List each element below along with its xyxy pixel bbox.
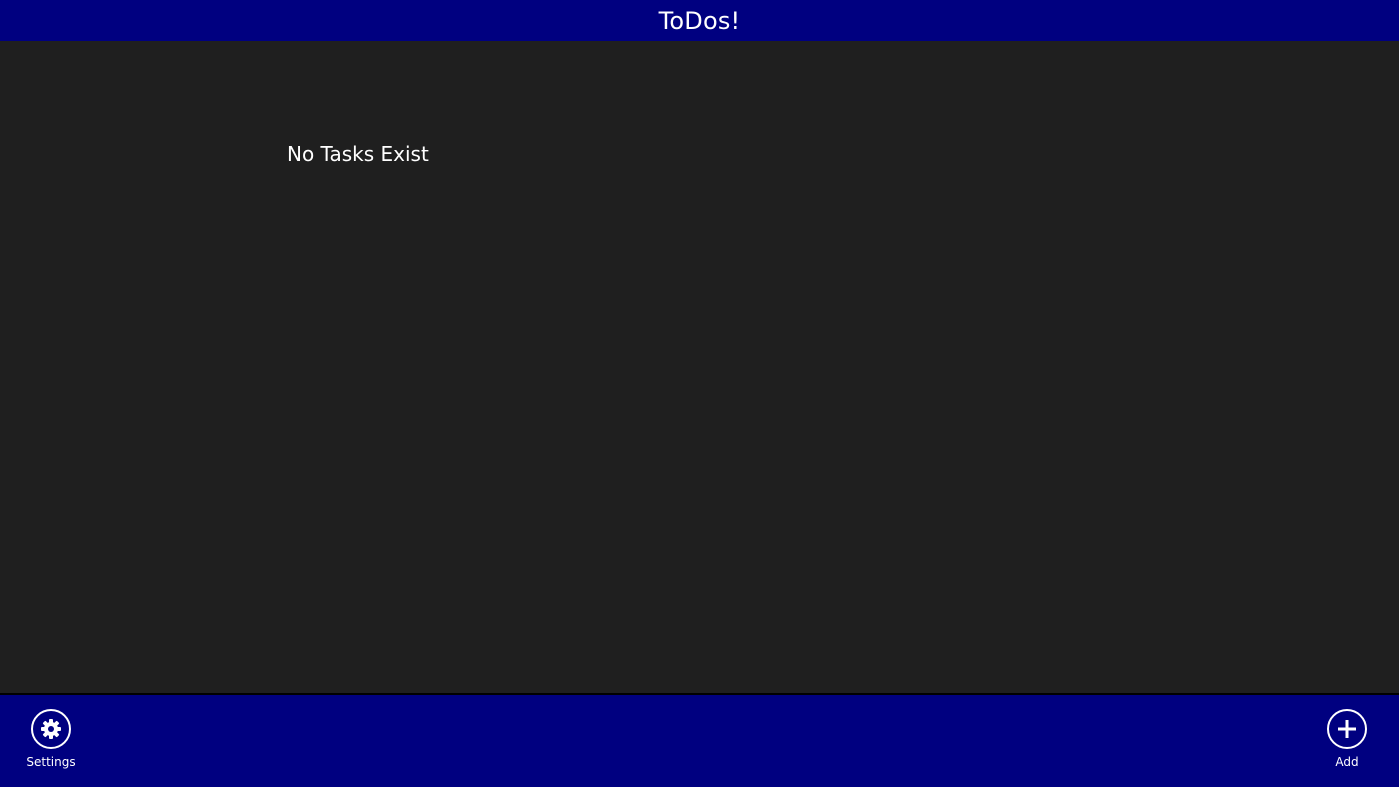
settings-button[interactable]: Settings <box>11 709 91 769</box>
add-label: Add <box>1335 755 1359 769</box>
plus-icon <box>1327 709 1367 749</box>
settings-label: Settings <box>26 755 76 769</box>
todos-app: ToDos! No Tasks Exist Settings Add <box>0 0 1399 787</box>
title-bar: ToDos! <box>0 0 1399 41</box>
add-button[interactable]: Add <box>1307 709 1387 769</box>
gear-icon <box>31 709 71 749</box>
app-title: ToDos! <box>658 6 741 35</box>
empty-tasks-message: No Tasks Exist <box>287 142 429 166</box>
task-list-area: No Tasks Exist <box>0 41 1399 693</box>
bottom-app-bar: Settings Add <box>0 693 1399 787</box>
